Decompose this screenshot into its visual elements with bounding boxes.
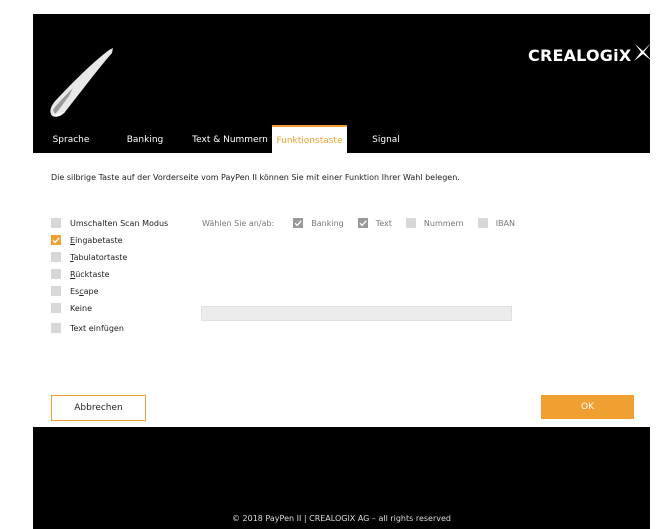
intro-text: Die silbrige Taste auf der Vorderseite v… <box>51 173 460 182</box>
ok-button[interactable]: OK <box>541 395 634 419</box>
option-label: Rücktaste <box>70 269 110 279</box>
option-label: Tabulatortaste <box>70 252 128 262</box>
tab-text-nummern[interactable]: Text & Nummern <box>191 125 269 153</box>
checkbox[interactable] <box>51 323 61 333</box>
wahl-banking[interactable]: Banking <box>293 218 344 228</box>
tab-signal[interactable]: Signal <box>366 125 406 153</box>
app-window: CREALOGi X Sprache Banking Text & Nummer… <box>33 14 653 529</box>
wahl-label: IBAN <box>495 218 515 228</box>
option-text-einfuegen[interactable]: Text einfügen <box>51 322 124 334</box>
brand-name: CREALOGi <box>528 45 619 65</box>
wahl-label: Banking <box>311 218 344 228</box>
checkbox[interactable] <box>51 269 61 279</box>
option-ruecktaste[interactable]: Rücktaste <box>51 268 110 280</box>
tab-funktionstaste[interactable]: Funktionstaste <box>272 125 347 153</box>
checkbox[interactable] <box>477 218 488 228</box>
text-einfuegen-input[interactable] <box>201 306 512 321</box>
tab-sprache[interactable]: Sprache <box>47 125 95 153</box>
option-keine[interactable]: Keine <box>51 302 92 314</box>
star-cross-icon <box>634 43 653 61</box>
checkbox-checked[interactable] <box>51 235 61 245</box>
checkbox[interactable] <box>405 218 416 228</box>
option-label: Umschalten Scan Modus <box>70 218 169 228</box>
check-icon <box>359 220 367 227</box>
check-icon <box>294 220 302 227</box>
option-label: Eingabetaste <box>70 235 123 245</box>
tab-banking[interactable]: Banking <box>119 125 171 153</box>
wahl-label: Nummern <box>423 218 464 228</box>
checkbox-checked[interactable] <box>357 218 368 228</box>
checkbox[interactable] <box>51 218 61 228</box>
wahlen-label: Wählen Sie an/ab: <box>202 218 275 228</box>
paypen-logo-icon <box>50 48 113 117</box>
option-label: Text einfügen <box>70 323 124 333</box>
tab-bar: Sprache Banking Text & Nummern Funktions… <box>33 125 650 153</box>
option-eingabetaste[interactable]: Eingabetaste <box>51 234 123 246</box>
checkbox[interactable] <box>51 286 61 296</box>
option-label: Escape <box>70 286 99 296</box>
wahl-iban[interactable]: IBAN <box>477 218 515 228</box>
scan-mode-selector: Wählen Sie an/ab: Banking Text Nummern I… <box>202 217 529 229</box>
option-umschalten-scan-modus[interactable]: Umschalten Scan Modus <box>51 217 168 229</box>
checkbox[interactable] <box>51 303 61 313</box>
check-icon <box>52 237 60 244</box>
settings-panel: Die silbrige Taste auf der Vorderseite v… <box>33 153 650 427</box>
option-label: Keine <box>70 303 92 313</box>
cancel-button[interactable]: Abbrechen <box>51 395 146 421</box>
footer-text: © 2018 PayPen II | CREALOGIX AG – all ri… <box>231 514 451 523</box>
crealogix-logo: CREALOGi X <box>528 41 654 69</box>
checkbox[interactable] <box>51 252 61 262</box>
wahl-label: Text <box>375 218 392 228</box>
wahl-text[interactable]: Text <box>357 218 392 228</box>
checkbox-checked[interactable] <box>293 218 304 228</box>
option-escape[interactable]: Escape <box>51 285 99 297</box>
option-tabulatortaste[interactable]: Tabulatortaste <box>51 251 127 263</box>
wahl-nummern[interactable]: Nummern <box>405 218 464 228</box>
